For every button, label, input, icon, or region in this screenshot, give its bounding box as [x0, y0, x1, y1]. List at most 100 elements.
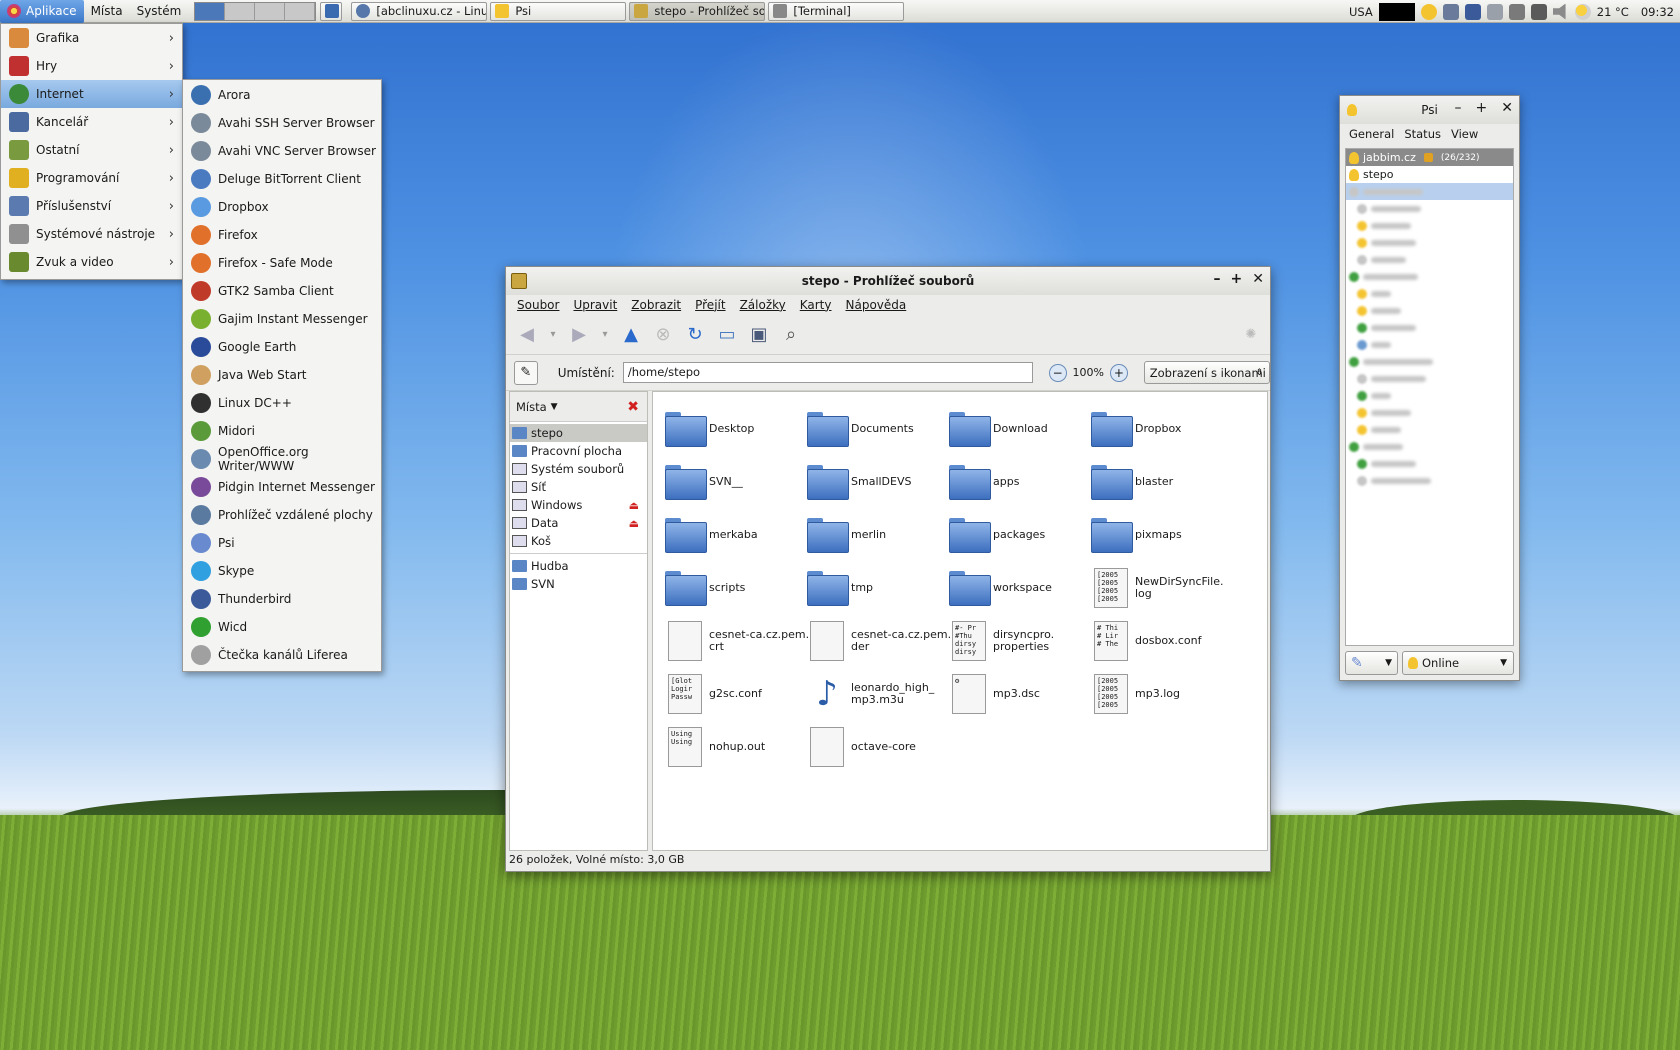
taskbar-button[interactable]: [Terminal]	[768, 1, 905, 21]
eject-icon[interactable]: ⏏	[629, 517, 639, 530]
menu-app-item[interactable]: Firefox	[183, 221, 381, 249]
file-item[interactable]: ⚙ mp3.dsc	[949, 667, 1091, 720]
close-sidebar-icon[interactable]: ✖	[627, 399, 639, 415]
file-item[interactable]: ♪ leonardo_high_ mp3.m3u	[807, 667, 949, 720]
file-item[interactable]: merlin	[807, 508, 949, 561]
menu-app-item[interactable]: Avahi VNC Server Browser	[183, 137, 381, 165]
menu-app-item[interactable]: Avahi SSH Server Browser	[183, 109, 381, 137]
file-item[interactable]: Download	[949, 402, 1091, 455]
sidebar-type-select[interactable]: Místa	[516, 400, 547, 414]
printer-icon[interactable]	[1486, 3, 1503, 20]
search-icon[interactable]: ⌕	[778, 322, 804, 348]
blurred-contact-row[interactable]	[1346, 421, 1513, 438]
menubar-item[interactable]: Zobrazit	[624, 298, 688, 312]
workspace-4[interactable]	[285, 2, 316, 20]
keyboard-layout[interactable]: USA	[1349, 5, 1373, 19]
place-item[interactable]: Windows ⏏	[510, 496, 647, 514]
system-menu[interactable]: Systém	[130, 0, 189, 23]
file-item[interactable]: apps	[949, 455, 1091, 508]
file-item[interactable]: cesnet-ca.cz.pem. der	[807, 614, 951, 667]
volume-icon[interactable]	[1552, 3, 1566, 20]
workspace-2[interactable]	[225, 2, 256, 20]
blurred-contact-row[interactable]	[1346, 234, 1513, 251]
file-item[interactable]: [2005 [2005 [2005 [2005 mp3.log	[1091, 667, 1233, 720]
workspace-1[interactable]	[195, 2, 226, 20]
clock[interactable]: 09:32	[1641, 5, 1674, 19]
menu-app-item[interactable]: Linux DC++	[183, 389, 381, 417]
menu-app-item[interactable]: Psi	[183, 529, 381, 557]
menu-app-item[interactable]: Arora	[183, 81, 381, 109]
applications-menu[interactable]: Aplikace	[0, 0, 84, 23]
weather-temperature[interactable]: 21 °C	[1597, 5, 1629, 19]
menu-app-item[interactable]: Firefox - Safe Mode	[183, 249, 381, 277]
file-item[interactable]: #- Pr #Thu dirsy dirsy dirsyncpro. proper…	[949, 614, 1091, 667]
zoom-level[interactable]: 100%	[1073, 366, 1104, 379]
eject-icon[interactable]: ⏏	[629, 499, 639, 512]
file-item[interactable]: Dropbox	[1091, 402, 1233, 455]
place-item[interactable]: stepo	[510, 424, 647, 442]
back-icon[interactable]: ◀	[514, 322, 540, 348]
menu-category-8[interactable]: Zvuk a video ›	[1, 248, 182, 276]
file-item[interactable]: tmp	[807, 561, 949, 614]
minimize-button[interactable]: –	[1214, 271, 1221, 287]
zoom-out-icon[interactable]: −	[1048, 363, 1067, 382]
blurred-contact-row[interactable]	[1346, 217, 1513, 234]
menu-category-1[interactable]: Hry ›	[1, 52, 182, 80]
menu-category-2[interactable]: Internet ›	[1, 80, 182, 108]
location-input[interactable]: /home/stepo	[622, 362, 1033, 383]
file-item[interactable]: SmallDEVS	[807, 455, 949, 508]
menu-app-item[interactable]: Google Earth	[183, 333, 381, 361]
place-item[interactable]: Síť	[510, 478, 647, 496]
file-item[interactable]: pixmaps	[1091, 508, 1233, 561]
blurred-contact-row[interactable]	[1346, 285, 1513, 302]
blurred-contact-row[interactable]	[1346, 336, 1513, 353]
psi-menu-status[interactable]: Status	[1399, 127, 1446, 141]
bookmark-item[interactable]: SVN	[510, 575, 647, 593]
place-item[interactable]: Koš	[510, 532, 647, 550]
blurred-contact-row[interactable]	[1346, 370, 1513, 387]
chevron-down-icon[interactable]: ▼	[551, 402, 558, 412]
menu-app-item[interactable]: Prohlížeč vzdálené plochy	[183, 501, 381, 529]
menu-app-item[interactable]: Dropbox	[183, 193, 381, 221]
psi-menu-view[interactable]: View	[1446, 127, 1483, 141]
psi-close-button[interactable]: ✕	[1501, 100, 1513, 116]
blurred-contact-row[interactable]	[1346, 353, 1513, 370]
reload-icon[interactable]: ↻	[682, 322, 708, 348]
file-item[interactable]: [Glot Logir Passw g2sc.conf	[665, 667, 807, 720]
file-item[interactable]: Documents	[807, 402, 949, 455]
blurred-contact-row[interactable]	[1346, 455, 1513, 472]
place-item[interactable]: Systém souborů	[510, 460, 647, 478]
menu-app-item[interactable]: Skype	[183, 557, 381, 585]
menu-app-item[interactable]: Gajim Instant Messenger	[183, 305, 381, 333]
weather-icon[interactable]	[1574, 3, 1591, 20]
account-row[interactable]: jabbim.cz (26/232)	[1346, 149, 1513, 166]
blurred-contact-row[interactable]	[1346, 183, 1513, 200]
edit-location-button[interactable]: ✎	[514, 360, 538, 385]
forward-icon[interactable]: ▶	[566, 322, 592, 348]
psi-status-select[interactable]: Online ▼	[1402, 651, 1514, 675]
menu-app-item[interactable]: OpenOffice.org Writer/WWW	[183, 445, 381, 473]
menu-category-5[interactable]: Programování ›	[1, 164, 182, 192]
blurred-contact-row[interactable]	[1346, 387, 1513, 404]
menu-app-item[interactable]: Wicd	[183, 613, 381, 641]
menu-category-3[interactable]: Kancelář ›	[1, 108, 182, 136]
workspace-3[interactable]	[255, 2, 286, 20]
menu-app-item[interactable]: Thunderbird	[183, 585, 381, 613]
blurred-contact-row[interactable]	[1346, 302, 1513, 319]
menu-app-item[interactable]: Java Web Start	[183, 361, 381, 389]
menu-category-4[interactable]: Ostatní ›	[1, 136, 182, 164]
file-item[interactable]: merkaba	[665, 508, 807, 561]
file-item[interactable]: scripts	[665, 561, 807, 614]
menubar-item[interactable]: Karty	[793, 298, 839, 312]
network-icon[interactable]	[1442, 3, 1459, 20]
file-item[interactable]: workspace	[949, 561, 1091, 614]
back-history-icon[interactable]: ▾	[546, 322, 560, 348]
menu-app-item[interactable]: Čtečka kanálů Liferea	[183, 641, 381, 669]
zoom-in-icon[interactable]: +	[1110, 363, 1128, 382]
menu-app-item[interactable]: Deluge BitTorrent Client	[183, 165, 381, 193]
bookmark-item[interactable]: Hudba	[510, 557, 647, 575]
close-button[interactable]: ✕	[1252, 271, 1264, 287]
workspace-switcher[interactable]	[194, 1, 317, 21]
blurred-contact-row[interactable]	[1346, 251, 1513, 268]
computer-icon[interactable]: ▣	[746, 322, 772, 348]
